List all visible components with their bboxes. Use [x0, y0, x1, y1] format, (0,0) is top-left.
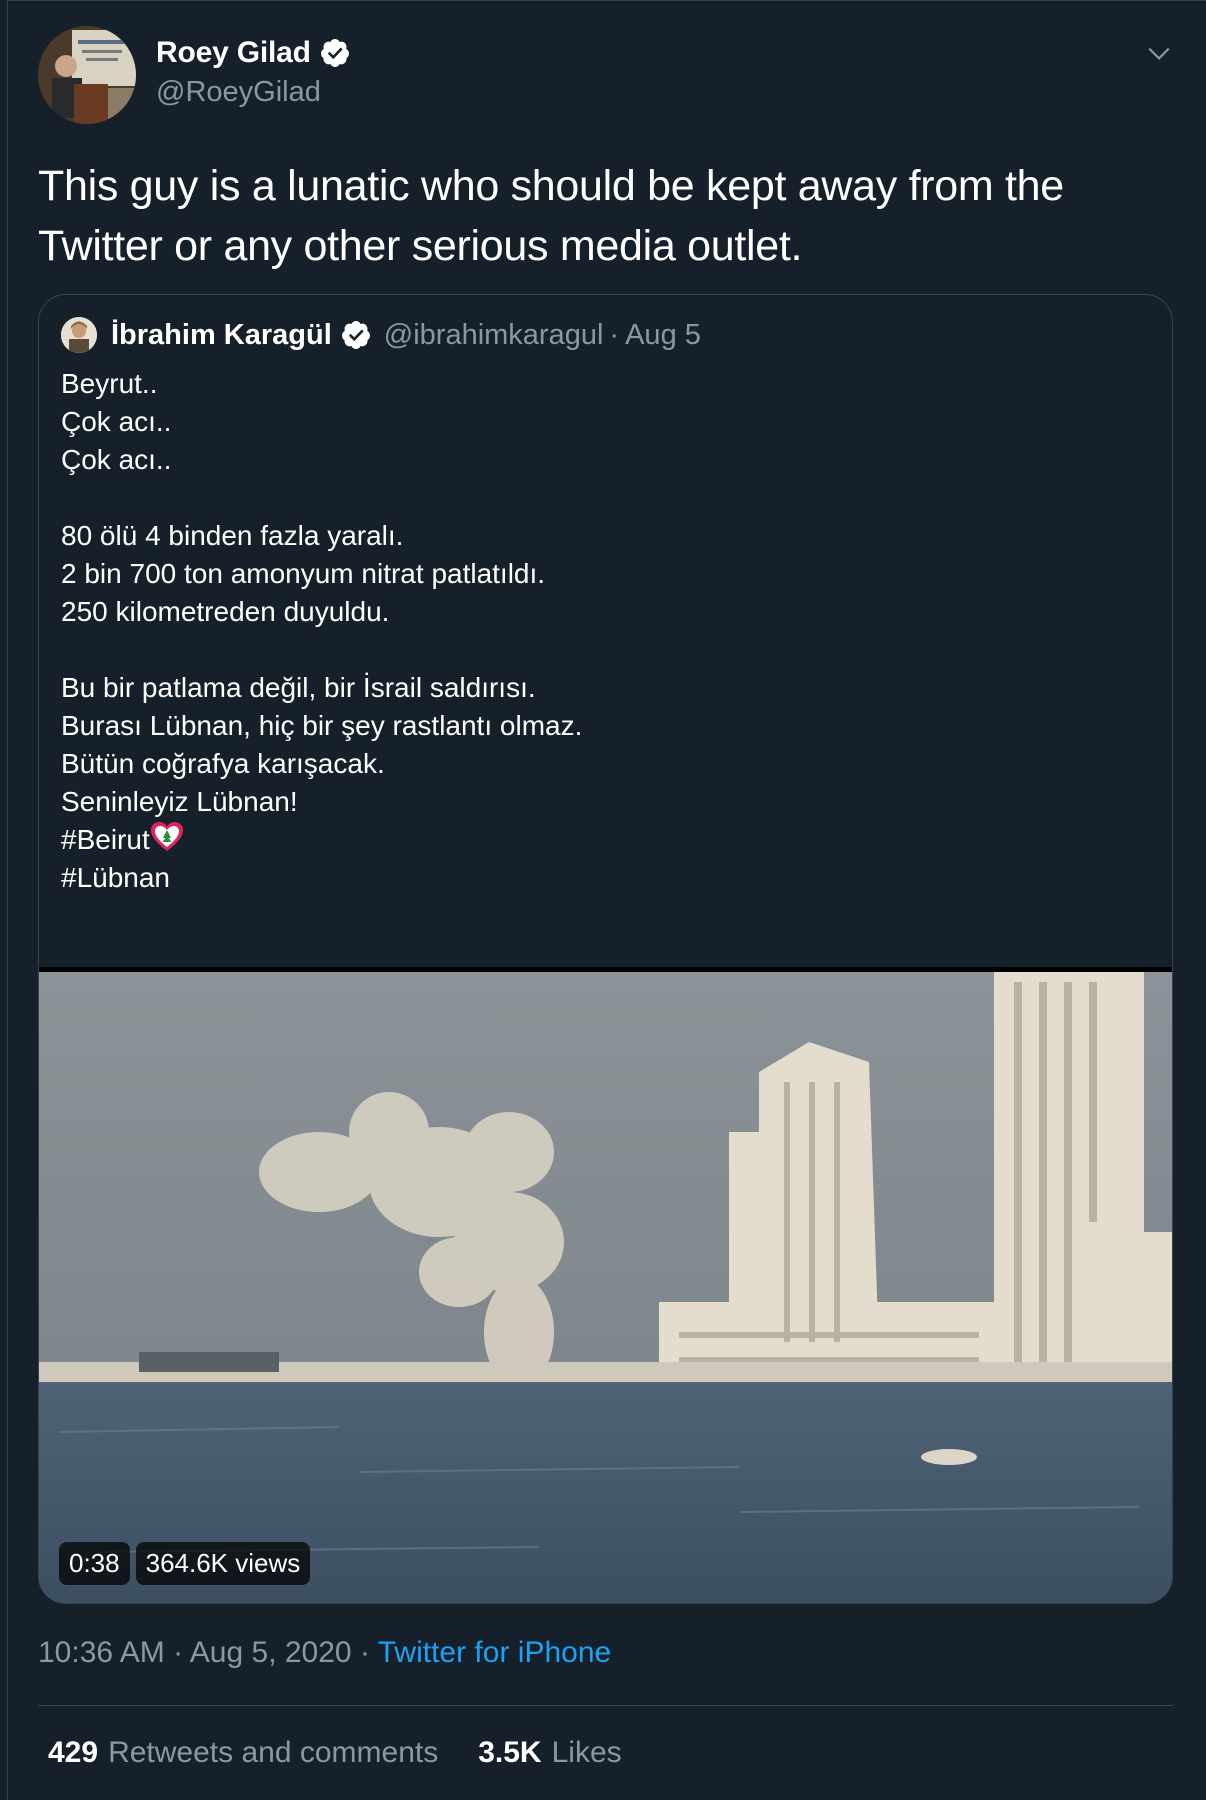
author-name[interactable]: Roey Gilad [156, 36, 311, 70]
quoted-author-avatar[interactable] [61, 317, 97, 353]
likes-count: 3.5K [478, 1736, 542, 1769]
retweets-stat[interactable]: 429 Retweets and comments [48, 1736, 438, 1770]
tweet-time[interactable]: 10:36 AM [38, 1636, 165, 1669]
author-avatar[interactable] [38, 26, 136, 124]
quoted-text-body: Beyrut.. Çok acı.. Çok acı.. 80 ölü 4 bi… [61, 368, 583, 817]
verified-badge-icon [341, 321, 370, 349]
tweet-date[interactable]: Aug 5, 2020 [190, 1636, 352, 1669]
video-badges: 0:38 364.6K views [59, 1542, 316, 1585]
retweets-label: Retweets and comments [108, 1736, 439, 1769]
verified-badge-icon [320, 39, 349, 67]
video-thumbnail [39, 972, 1172, 1603]
tweet-source-link[interactable]: Twitter for iPhone [378, 1636, 611, 1669]
retweets-count: 429 [48, 1736, 99, 1769]
hashtag-beirut[interactable]: #Beirut [61, 824, 150, 855]
video-views: 364.6K views [135, 1542, 311, 1585]
video-duration: 0:38 [59, 1542, 130, 1585]
author-handle[interactable]: @RoeyGilad [156, 76, 321, 109]
quoted-text: Beyrut.. Çok acı.. Çok acı.. 80 ölü 4 bi… [61, 365, 1141, 897]
tweet-metadata: 10:36 AM · Aug 5, 2020 · Twitter for iPh… [38, 1636, 611, 1670]
tweet-text: This guy is a lunatic who should be kept… [38, 162, 1064, 270]
video-player[interactable]: 0:38 364.6K views [39, 967, 1172, 1603]
hashtag-lubnan[interactable]: #Lübnan [61, 862, 170, 893]
quoted-tweet[interactable]: İbrahim Karagül @ibrahimkaragul · Aug 5 … [38, 294, 1173, 1604]
lebanon-flag-heart-icon [150, 822, 183, 851]
quoted-author-name[interactable]: İbrahim Karagül [111, 319, 332, 352]
quoted-date[interactable]: Aug 5 [625, 319, 701, 352]
tweet-stats: 429 Retweets and comments 3.5K Likes [48, 1736, 662, 1770]
likes-label: Likes [551, 1736, 622, 1769]
chevron-down-icon[interactable] [1146, 40, 1172, 66]
meta-separator: · [359, 1636, 370, 1669]
quoted-header: İbrahim Karagül @ibrahimkaragul · Aug 5 [61, 317, 701, 353]
quoted-author-handle[interactable]: @ibrahimkaragul [384, 319, 604, 352]
meta-separator: · [173, 1636, 184, 1669]
author-name-row[interactable]: Roey Gilad [156, 36, 351, 70]
divider [38, 1705, 1173, 1706]
quoted-separator: · [609, 318, 620, 351]
likes-stat[interactable]: 3.5K Likes [478, 1736, 621, 1770]
